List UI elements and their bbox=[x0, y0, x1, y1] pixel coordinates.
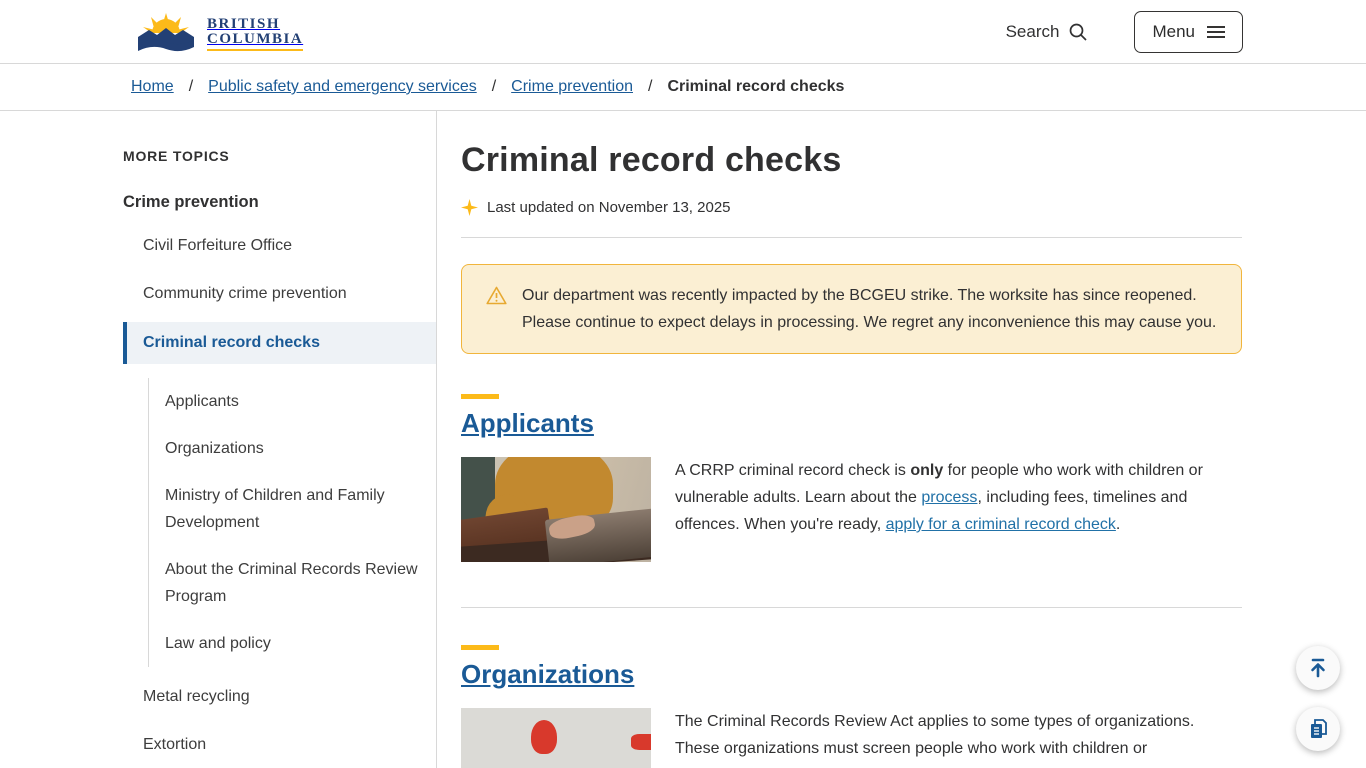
text: A CRRP criminal record check is bbox=[675, 462, 910, 479]
site-header: British Columbia Search Menu bbox=[0, 0, 1366, 64]
sidebar-item-metal-recycling[interactable]: Metal recycling bbox=[123, 673, 436, 721]
sidebar-sublink-about-crrp[interactable]: About the Criminal Records Review Progra… bbox=[165, 561, 418, 605]
organizations-photo bbox=[461, 708, 651, 768]
sidebar-sublink-law-and-policy[interactable]: Law and policy bbox=[165, 635, 271, 652]
text-bold: only bbox=[910, 462, 943, 479]
warning-banner: Our department was recently impacted by … bbox=[461, 264, 1242, 354]
sidebar-item-extortion[interactable]: Extortion bbox=[123, 721, 436, 768]
sidebar-sublink-organizations[interactable]: Organizations bbox=[165, 440, 264, 457]
applicants-photo bbox=[461, 457, 651, 562]
applicants-heading-link[interactable]: Applicants bbox=[461, 408, 594, 439]
breadcrumb-separator: / bbox=[189, 78, 193, 96]
divider bbox=[461, 607, 1242, 608]
text: . bbox=[1116, 516, 1120, 533]
bc-emblem-icon bbox=[135, 11, 197, 53]
arrow-up-to-line-icon bbox=[1306, 656, 1330, 680]
breadcrumb-separator: / bbox=[648, 78, 652, 96]
sidebar-subitem-organizations[interactable]: Organizations bbox=[149, 425, 436, 472]
breadcrumb-separator: / bbox=[492, 78, 496, 96]
applicants-media-row: A CRRP criminal record check is only for… bbox=[461, 457, 1242, 562]
apply-criminal-record-check-link[interactable]: apply for a criminal record check bbox=[886, 516, 1116, 533]
organizations-media-row: The Criminal Records Review Act applies … bbox=[461, 708, 1242, 768]
warning-icon bbox=[486, 286, 507, 305]
search-label: Search bbox=[1006, 22, 1060, 42]
bc-gov-logo[interactable]: British Columbia bbox=[135, 11, 303, 53]
bc-logo-wordmark: British Columbia bbox=[207, 17, 303, 47]
last-updated-row: Last updated on November 13, 2025 bbox=[461, 199, 1242, 216]
sidebar-item-civil-forfeiture[interactable]: Civil Forfeiture Office bbox=[123, 222, 436, 270]
section-accent-bar bbox=[461, 645, 499, 650]
sidebar-more-topics-label: MORE TOPICS bbox=[123, 148, 436, 164]
sidebar-item-community-crime-prevention[interactable]: Community crime prevention bbox=[123, 270, 436, 318]
process-link[interactable]: process bbox=[921, 489, 977, 506]
page-title: Criminal record checks bbox=[461, 141, 1242, 180]
main-content: Criminal record checks Last updated on N… bbox=[437, 111, 1366, 768]
breadcrumb-link-public-safety[interactable]: Public safety and emergency services bbox=[208, 78, 477, 96]
copy-page-button[interactable] bbox=[1296, 707, 1340, 751]
menu-button[interactable]: Menu bbox=[1134, 11, 1243, 53]
breadcrumb: Home / Public safety and emergency servi… bbox=[0, 64, 1366, 111]
menu-label: Menu bbox=[1152, 22, 1195, 42]
hamburger-icon bbox=[1207, 25, 1225, 39]
sparkle-icon bbox=[461, 199, 478, 216]
search-button[interactable]: Search bbox=[1006, 22, 1089, 42]
sidebar-item-criminal-record-checks-active[interactable]: Criminal record checks bbox=[123, 322, 436, 364]
warning-banner-text: Our department was recently impacted by … bbox=[522, 282, 1217, 336]
sidebar-section-crime-prevention[interactable]: Crime prevention bbox=[123, 193, 436, 212]
sidebar-subitem-mcfd[interactable]: Ministry of Children and Family Developm… bbox=[149, 472, 436, 546]
sidebar-subitem-law-and-policy[interactable]: Law and policy bbox=[149, 620, 436, 667]
applicants-paragraph: A CRRP criminal record check is only for… bbox=[675, 457, 1242, 562]
breadcrumb-link-crime-prevention[interactable]: Crime prevention bbox=[511, 78, 633, 96]
last-updated-text: Last updated on November 13, 2025 bbox=[487, 199, 731, 216]
sidebar-link-community-crime-prevention[interactable]: Community crime prevention bbox=[143, 285, 347, 302]
sidebar-link-metal-recycling[interactable]: Metal recycling bbox=[143, 688, 250, 705]
sidebar-link-extortion[interactable]: Extortion bbox=[143, 736, 206, 753]
section-accent-bar bbox=[461, 394, 499, 399]
sidebar-sublink-applicants[interactable]: Applicants bbox=[165, 393, 239, 410]
back-to-top-button[interactable] bbox=[1296, 646, 1340, 690]
sidebar-link-civil-forfeiture[interactable]: Civil Forfeiture Office bbox=[143, 237, 292, 254]
search-icon bbox=[1068, 22, 1088, 42]
divider bbox=[461, 237, 1242, 238]
sidebar-link-criminal-record-checks[interactable]: Criminal record checks bbox=[143, 334, 320, 351]
sidebar-sublist: Applicants Organizations Ministry of Chi… bbox=[148, 378, 436, 667]
sidebar-sublink-mcfd[interactable]: Ministry of Children and Family Developm… bbox=[165, 487, 385, 531]
sidebar-subitem-applicants[interactable]: Applicants bbox=[149, 378, 436, 425]
organizations-paragraph: The Criminal Records Review Act applies … bbox=[675, 708, 1242, 768]
breadcrumb-current: Criminal record checks bbox=[667, 78, 844, 96]
copy-pages-icon bbox=[1306, 717, 1330, 741]
sidebar-subitem-about-crrp[interactable]: About the Criminal Records Review Progra… bbox=[149, 546, 436, 620]
sidebar-nav: MORE TOPICS Crime prevention Civil Forfe… bbox=[123, 111, 437, 768]
organizations-heading-link[interactable]: Organizations bbox=[461, 659, 634, 690]
breadcrumb-link-home[interactable]: Home bbox=[131, 78, 174, 96]
